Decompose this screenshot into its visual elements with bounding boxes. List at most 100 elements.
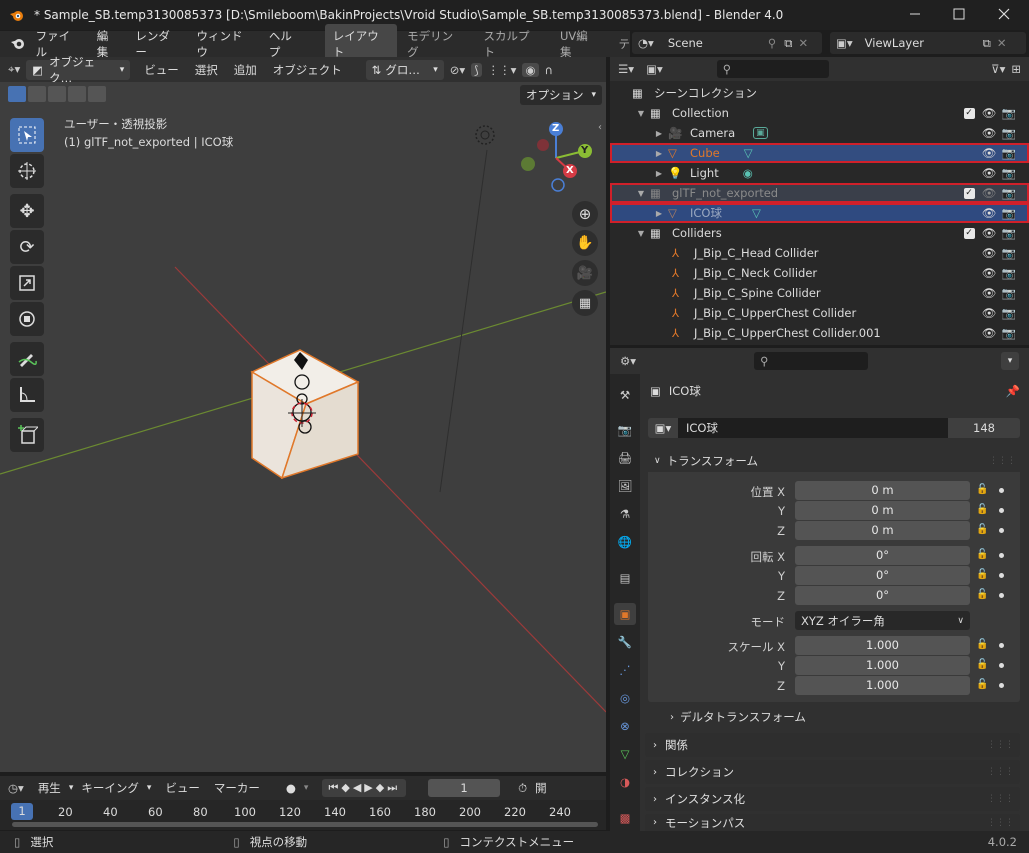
constraints-tab-icon[interactable]: ⊗ bbox=[614, 715, 636, 737]
object-type-dropdown[interactable]: ▣▾ bbox=[648, 418, 678, 438]
stopwatch-icon[interactable]: ⏱ bbox=[518, 781, 527, 796]
outliner-row-light[interactable]: ▶ 💡 Light ◉ 👁 📷 bbox=[610, 163, 1029, 183]
rotation-y-field[interactable]: 0° bbox=[795, 566, 970, 585]
expand-icon[interactable]: ▶ bbox=[650, 209, 668, 218]
keyframe-dot[interactable] bbox=[999, 508, 1004, 513]
tab-uv-editing[interactable]: UV編集 bbox=[560, 28, 599, 60]
filter-icon[interactable]: ⊽▾ bbox=[991, 62, 1005, 76]
render-icon[interactable]: 📷 bbox=[999, 246, 1019, 260]
menu-window[interactable]: ウィンドウ bbox=[196, 28, 252, 60]
menu-add[interactable]: 追加 bbox=[234, 62, 257, 78]
menu-render[interactable]: レンダー bbox=[135, 28, 180, 60]
relations-panel[interactable]: › 関係 ⋮⋮⋮ bbox=[645, 733, 1020, 757]
render-icon[interactable]: 📷 bbox=[999, 146, 1019, 160]
outliner-row-spine-collider[interactable]: ⅄ J_Bip_C_Spine Collider 👁 📷 bbox=[610, 283, 1029, 303]
properties-editor-icon[interactable]: ⚙▾ bbox=[620, 354, 636, 368]
exclude-checkbox[interactable]: ✓ bbox=[959, 227, 979, 239]
render-icon[interactable]: 📷 bbox=[999, 206, 1019, 220]
falloff-icon[interactable]: ∩ bbox=[545, 63, 553, 77]
measure-tool-icon[interactable] bbox=[10, 378, 44, 412]
orientation-dropdown[interactable]: ⇅ グロ… ▾ bbox=[365, 59, 444, 80]
keyframe-dot[interactable] bbox=[999, 643, 1004, 648]
lock-icon[interactable]: 🔓 bbox=[976, 524, 988, 535]
tab-modeling[interactable]: モデリング bbox=[407, 28, 463, 60]
record-button[interactable]: ● bbox=[286, 781, 296, 795]
marker-menu[interactable]: マーカー bbox=[214, 780, 260, 796]
location-y-field[interactable]: 0 m bbox=[795, 501, 970, 520]
render-icon[interactable]: 📷 bbox=[999, 286, 1019, 300]
render-icon[interactable]: 📷 bbox=[999, 266, 1019, 280]
timeline-editor-icon[interactable]: ◷▾ bbox=[8, 781, 24, 795]
outliner-row-gltf-not-exported[interactable]: ▼ ▦ glTF_not_exported ✓ 👁 📷 bbox=[610, 183, 1029, 203]
render-icon[interactable]: 📷 bbox=[999, 106, 1019, 120]
menu-view[interactable]: ビュー bbox=[144, 62, 179, 78]
drag-handle-icon[interactable]: ⋮⋮⋮ bbox=[989, 456, 1016, 466]
visibility-icon[interactable]: 👁 bbox=[979, 186, 999, 200]
render-icon[interactable]: 📷 bbox=[999, 186, 1019, 200]
timeline-view-menu[interactable]: ビュー bbox=[165, 780, 200, 796]
keyframe-dot[interactable] bbox=[999, 553, 1004, 558]
outliner-editor-icon[interactable]: ☰▾ bbox=[618, 62, 634, 76]
lock-icon[interactable]: 🔓 bbox=[976, 504, 988, 515]
keyframe-dot[interactable] bbox=[999, 488, 1004, 493]
modifier-tab-icon[interactable]: 🔧 bbox=[614, 631, 636, 653]
new-scene-icon[interactable]: ⧉ bbox=[784, 36, 792, 51]
pin-icon[interactable]: 📌 bbox=[1006, 384, 1020, 398]
lock-icon[interactable]: 🔓 bbox=[976, 484, 988, 495]
visibility-icon[interactable]: 👁 bbox=[979, 226, 999, 240]
expand-icon[interactable]: ▼ bbox=[632, 189, 650, 198]
new-collection-icon[interactable]: ⊞ bbox=[1011, 62, 1021, 76]
camera-view-icon[interactable]: 🎥 bbox=[572, 260, 598, 286]
render-icon[interactable]: 📷 bbox=[999, 226, 1019, 240]
lock-icon[interactable]: 🔓 bbox=[976, 659, 988, 670]
lock-icon[interactable]: 🔓 bbox=[976, 549, 988, 560]
outliner-row-camera[interactable]: ▶ 🎥 Camera ▣ 👁 📷 bbox=[610, 123, 1029, 143]
expand-icon[interactable]: ▼ bbox=[632, 229, 650, 238]
snap-icon[interactable]: ⟆ bbox=[471, 62, 482, 77]
outliner-search-field[interactable]: ⚲ bbox=[716, 60, 829, 78]
move-tool-icon[interactable]: ✥ bbox=[10, 194, 44, 228]
texture-tab-icon[interactable]: ▩ bbox=[614, 807, 636, 829]
pin-icon[interactable]: ⚲ bbox=[768, 36, 776, 50]
lock-icon[interactable]: 🔓 bbox=[976, 679, 988, 690]
scene-selector[interactable]: ◔▾ Scene ⚲ ⧉ ✕ bbox=[632, 32, 822, 54]
collections-panel[interactable]: › コレクション ⋮⋮⋮ bbox=[645, 760, 1020, 784]
outliner-row-ico-sphere[interactable]: ▶ ▽ ICO球 ▽ 👁 📷 bbox=[610, 203, 1029, 223]
visibility-icon[interactable]: 👁 bbox=[979, 286, 999, 300]
expand-icon[interactable]: ▶ bbox=[650, 129, 668, 138]
select-invert-icon[interactable] bbox=[68, 86, 86, 102]
mesh-users-count[interactable]: 148 bbox=[948, 418, 1020, 438]
tab-sculpt[interactable]: スカルプト bbox=[484, 28, 540, 60]
annotate-tool-icon[interactable] bbox=[10, 342, 44, 376]
keyframe-dot[interactable] bbox=[999, 683, 1004, 688]
expand-icon[interactable]: ▶ bbox=[650, 149, 668, 158]
ortho-toggle-icon[interactable]: ▦ bbox=[572, 290, 598, 316]
keying-menu[interactable]: キーイング bbox=[81, 780, 139, 796]
pan-hand-icon[interactable]: ✋ bbox=[572, 230, 598, 256]
outliner-row-collection[interactable]: ▼ ▦ Collection ✓ 👁 📷 bbox=[610, 103, 1029, 123]
playback-menu[interactable]: 再生 bbox=[38, 780, 61, 796]
exclude-checkbox[interactable]: ✓ bbox=[959, 107, 979, 119]
close-window-button[interactable] bbox=[997, 7, 1011, 21]
physics-tab-icon[interactable]: ◎ bbox=[614, 687, 636, 709]
scale-tool-icon[interactable] bbox=[10, 266, 44, 300]
outliner-row-upperchest-collider[interactable]: ⅄ J_Bip_C_UpperChest Collider 👁 📷 bbox=[610, 303, 1029, 323]
location-x-field[interactable]: 0 m bbox=[795, 481, 970, 500]
maximize-button[interactable] bbox=[952, 7, 966, 21]
menu-select[interactable]: 選択 bbox=[195, 62, 218, 78]
output-tab-icon[interactable]: 🖨 bbox=[614, 447, 636, 469]
outliner-row-cube[interactable]: ▶ ▽ Cube ▽ 👁 📷 bbox=[610, 143, 1029, 163]
keyframe-dot[interactable] bbox=[999, 573, 1004, 578]
outliner-row-head-collider[interactable]: ⅄ J_Bip_C_Head Collider 👁 📷 bbox=[610, 243, 1029, 263]
menu-object[interactable]: オブジェクト bbox=[273, 62, 342, 78]
playback-controls[interactable]: ⏮◆◀▶◆⏭ bbox=[322, 779, 407, 797]
drag-handle-icon[interactable]: ⋮⋮⋮ bbox=[987, 740, 1014, 750]
collection-tab-icon[interactable]: ▤ bbox=[614, 567, 636, 589]
visibility-icon[interactable]: 👁 bbox=[979, 146, 999, 160]
tool-tab-icon[interactable]: ⚒ bbox=[614, 384, 636, 406]
collapse-sidebar-icon[interactable]: ‹ bbox=[598, 122, 602, 133]
current-frame-field[interactable]: 1 bbox=[428, 779, 501, 797]
outliner-row-upperchest-collider-001[interactable]: ⅄ J_Bip_C_UpperChest Collider.001 👁 📷 bbox=[610, 323, 1029, 343]
exclude-checkbox[interactable]: ✓ bbox=[959, 187, 979, 199]
mode-dropdown[interactable]: ◩ オブジェク… ▾ bbox=[26, 55, 131, 85]
